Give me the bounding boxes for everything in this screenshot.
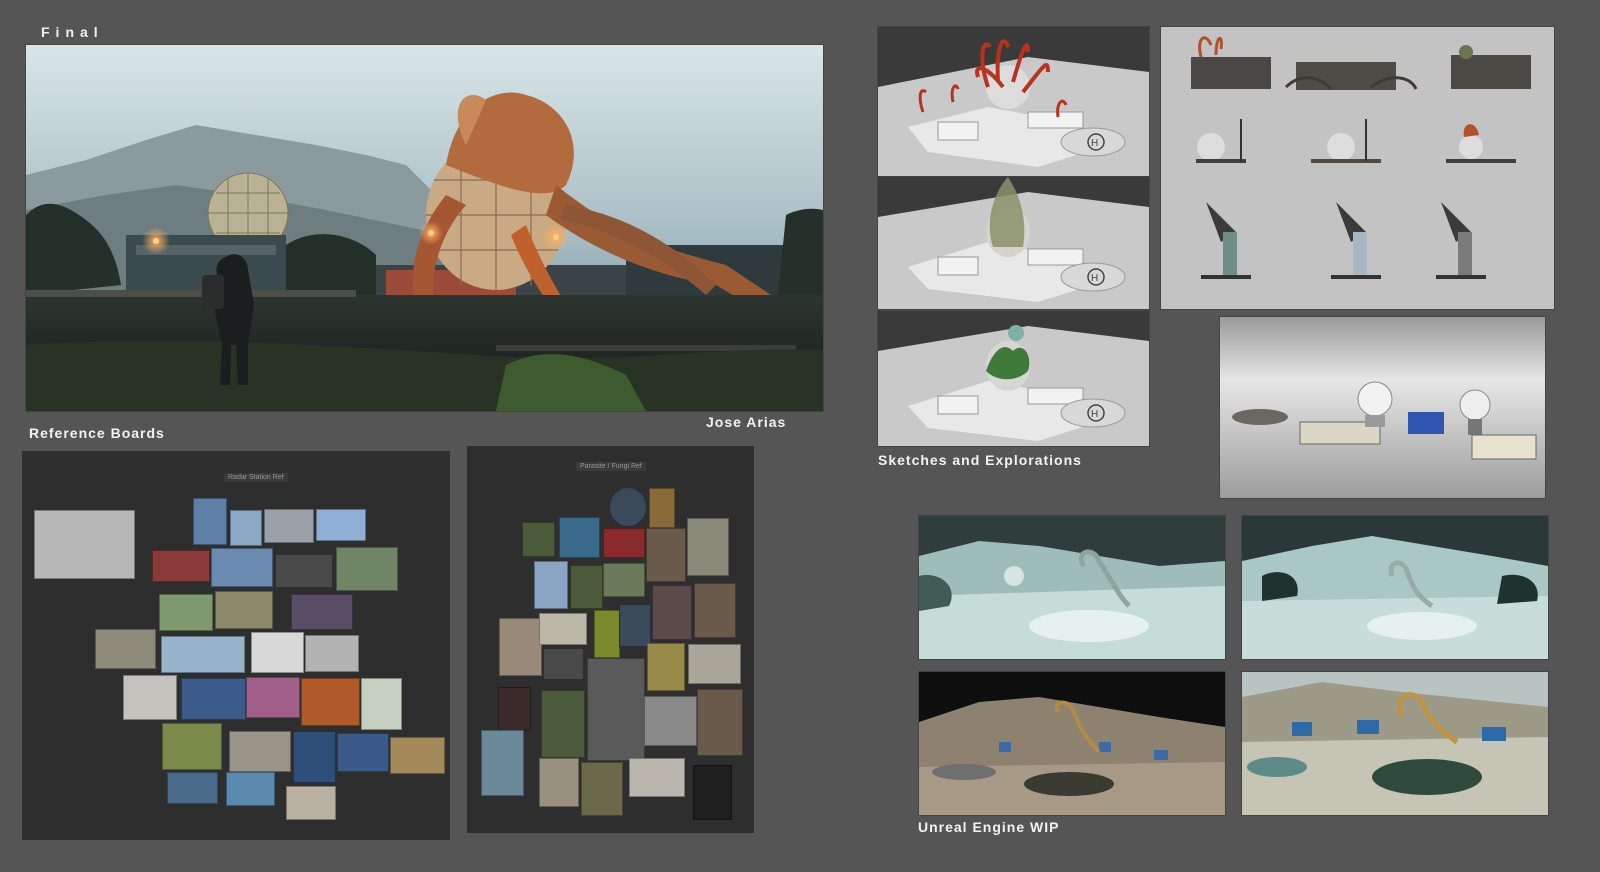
helipad-h: H bbox=[1091, 273, 1098, 284]
ref-thumb bbox=[534, 561, 568, 609]
ref-thumb bbox=[498, 687, 531, 731]
ref-thumb bbox=[291, 594, 353, 630]
ref-thumb bbox=[305, 635, 359, 672]
board-title: Parasite / Fungi Ref bbox=[576, 462, 646, 471]
ref-thumb bbox=[694, 583, 736, 638]
ref-thumb bbox=[390, 737, 445, 774]
final-label: Final bbox=[41, 24, 104, 40]
ref-thumb bbox=[687, 518, 729, 576]
ref-thumb bbox=[229, 731, 291, 772]
ref-thumb bbox=[34, 510, 135, 579]
ref-thumb bbox=[181, 678, 246, 720]
ref-thumb bbox=[159, 594, 213, 631]
sketches-label: Sketches and Explorations bbox=[878, 452, 1082, 468]
ref-thumb bbox=[688, 644, 741, 684]
ref-thumb bbox=[246, 677, 300, 718]
ref-thumb bbox=[619, 604, 651, 647]
ref-thumb bbox=[647, 643, 685, 691]
ref-thumb bbox=[499, 618, 542, 676]
ref-thumb bbox=[644, 696, 697, 746]
ref-thumb bbox=[559, 517, 600, 558]
ref-thumb bbox=[286, 786, 336, 820]
ref-thumb bbox=[697, 689, 743, 756]
ref-thumb bbox=[161, 636, 245, 673]
ref-thumb bbox=[193, 498, 227, 545]
final-concept-painting bbox=[25, 44, 824, 412]
ref-thumb bbox=[215, 591, 273, 629]
ref-thumb bbox=[152, 550, 210, 582]
ref-thumb bbox=[541, 690, 585, 758]
reference-boards-label: Reference Boards bbox=[29, 425, 165, 441]
ref-thumb bbox=[570, 565, 603, 609]
ref-thumb bbox=[275, 554, 333, 588]
ref-thumb bbox=[264, 509, 314, 543]
ref-thumb bbox=[293, 731, 336, 783]
helipad-h: H bbox=[1091, 409, 1098, 420]
unreal-label: Unreal Engine WIP bbox=[918, 819, 1060, 835]
radar-station-ref-board: Radar Station Ref bbox=[22, 451, 450, 840]
ref-thumb bbox=[336, 547, 398, 591]
ref-thumb bbox=[652, 585, 692, 640]
ref-thumb bbox=[230, 510, 262, 546]
ref-thumb bbox=[629, 758, 685, 797]
ue-screenshot-desert-1 bbox=[918, 671, 1226, 816]
ref-thumb bbox=[522, 522, 555, 557]
ref-thumb bbox=[251, 632, 304, 673]
ref-thumb bbox=[226, 772, 275, 806]
ref-thumb bbox=[603, 563, 645, 597]
ref-thumb bbox=[646, 528, 686, 582]
sketch-render-green-moss: H bbox=[877, 310, 1150, 447]
ref-thumb bbox=[301, 678, 360, 726]
ue-screenshot-snow-1 bbox=[918, 515, 1226, 660]
ref-thumb bbox=[123, 675, 177, 720]
station-blockout-render bbox=[1219, 316, 1546, 499]
board-title: Radar Station Ref bbox=[224, 473, 288, 482]
ref-thumb bbox=[211, 548, 273, 587]
parasite-fungi-ref-board: Parasite / Fungi Ref bbox=[467, 446, 754, 833]
ue-screenshot-desert-2 bbox=[1241, 671, 1549, 816]
artist-name: Jose Arias bbox=[706, 414, 787, 430]
model-variations-sheet bbox=[1160, 26, 1555, 310]
ref-thumb bbox=[162, 723, 222, 770]
ref-thumb bbox=[543, 648, 584, 680]
ref-thumb bbox=[95, 629, 156, 669]
helipad-h: H bbox=[1091, 138, 1098, 149]
ref-thumb bbox=[603, 528, 645, 558]
ue-screenshot-snow-2 bbox=[1241, 515, 1549, 660]
ref-thumb bbox=[337, 733, 389, 772]
sketch-render-green-growth: H bbox=[877, 176, 1150, 310]
ref-thumb bbox=[316, 509, 366, 541]
ref-thumb bbox=[481, 730, 524, 796]
ref-thumb bbox=[539, 613, 587, 645]
ref-thumb bbox=[609, 487, 647, 527]
ref-thumb bbox=[539, 758, 579, 807]
sketch-render-red-coral: H bbox=[877, 26, 1150, 178]
ref-thumb bbox=[587, 658, 645, 761]
ref-thumb bbox=[649, 488, 675, 528]
ref-thumb bbox=[594, 610, 620, 658]
ref-thumb bbox=[167, 772, 218, 804]
ref-thumb bbox=[693, 765, 732, 820]
ref-thumb bbox=[581, 762, 623, 816]
ref-thumb bbox=[361, 678, 402, 730]
